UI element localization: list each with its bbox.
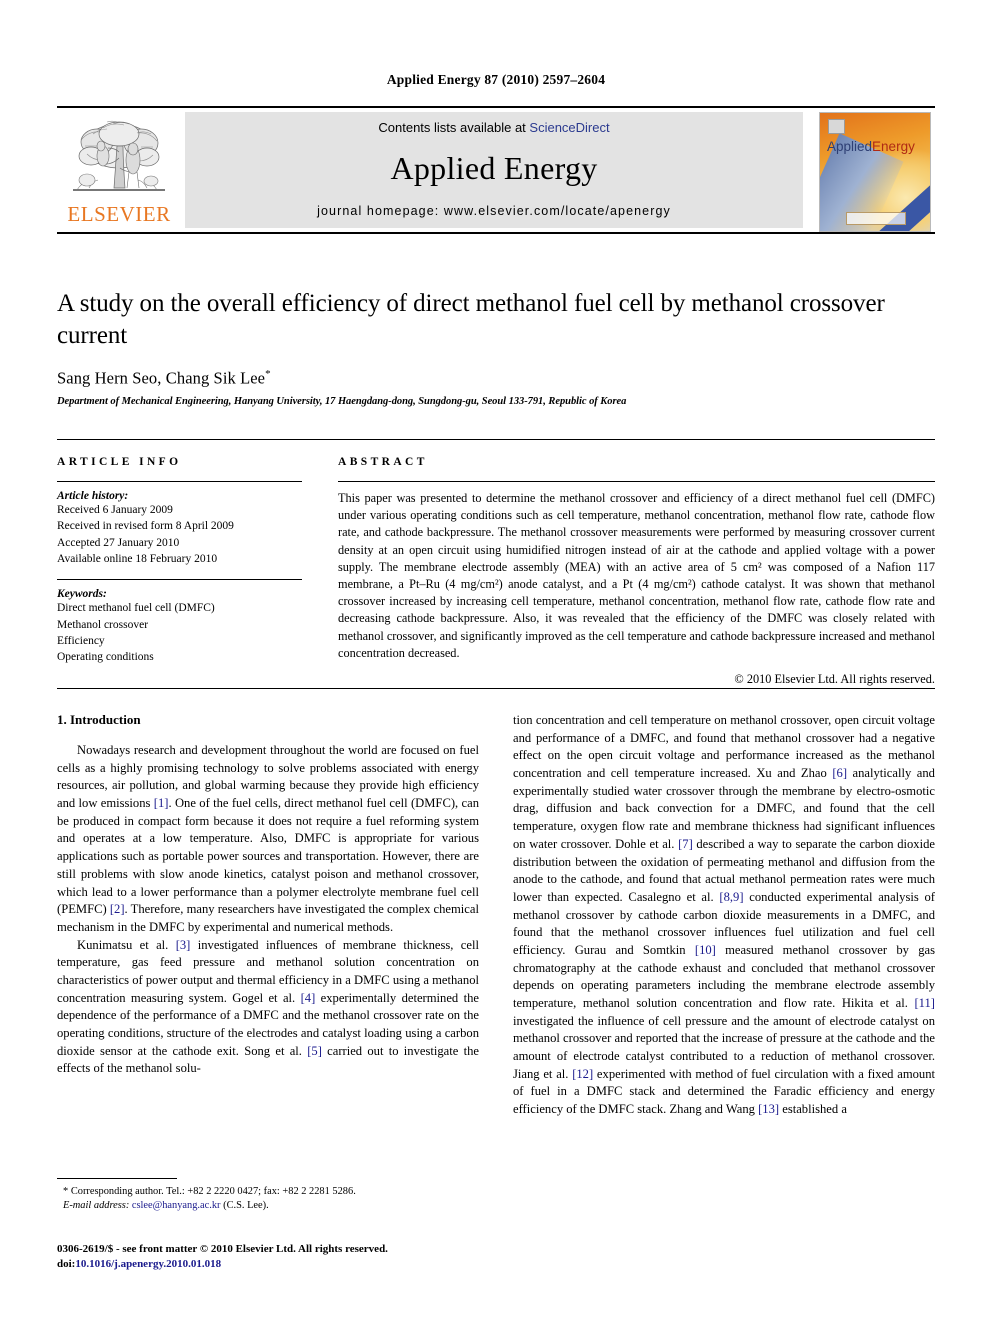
intro-p1-text-b: . One of the fuel cells, direct methanol… — [57, 796, 479, 917]
page-title: A study on the overall efficiency of dir… — [57, 290, 885, 349]
keyword-item: Efficiency — [57, 634, 105, 647]
article-info-column: ARTICLE INFO Article history: Received 6… — [57, 456, 302, 666]
corresponding-author-note: * Corresponding author. Tel.: +82 2 2220… — [57, 1185, 479, 1199]
citation-ref-13[interactable]: [13] — [758, 1102, 779, 1116]
elsevier-logo: ELSEVIER — [63, 114, 175, 232]
citation-ref-4[interactable]: [4] — [301, 991, 316, 1005]
running-head: Applied Energy 87 (2010) 2597–2604 — [386, 72, 606, 87]
contents-available-line: Contents lists available at ScienceDirec… — [185, 120, 803, 135]
article-page: Applied Energy 87 (2010) 2597–2604 ELSEV… — [0, 0, 992, 1323]
author-names: Sang Hern Seo, Chang Sik Lee — [57, 368, 266, 388]
body-column-right: tion concentration and cell temperature … — [513, 712, 935, 1119]
abstract-heading: ABSTRACT — [338, 456, 428, 468]
history-online: Available online 18 February 2010 — [57, 552, 218, 565]
article-info-divider — [57, 481, 302, 482]
journal-cover-thumbnail[interactable]: AppliedEnergy — [819, 112, 931, 232]
section-heading-introduction: 1. Introduction — [57, 712, 141, 727]
imprint-block: 0306-2619/$ - see front matter © 2010 El… — [57, 1242, 557, 1272]
sciencedirect-banner: Contents lists available at ScienceDirec… — [185, 112, 803, 228]
footnote-block: * Corresponding author. Tel.: +82 2 2220… — [57, 1178, 479, 1213]
intro-p2-cont-h: established a — [779, 1102, 847, 1117]
citation-ref-7[interactable]: [7] — [678, 837, 693, 851]
info-abstract-rule-top — [57, 439, 935, 440]
journal-masthead: ELSEVIER Contents lists available at Sci… — [57, 106, 935, 234]
citation-ref-10[interactable]: [10] — [695, 943, 716, 957]
citation-ref-1[interactable]: [1] — [154, 796, 169, 810]
doi-value[interactable]: 10.1016/j.apenergy.2010.01.018 — [75, 1258, 221, 1270]
cover-title-part-b: Energy — [872, 139, 915, 154]
affiliation: Department of Mechanical Engineering, Ha… — [57, 395, 627, 407]
keyword-item: Direct methanol fuel cell (DMFC) — [57, 602, 215, 615]
info-abstract-rule-bottom — [57, 688, 935, 689]
copyright-line: © 2010 Elsevier Ltd. All rights reserved… — [734, 672, 935, 687]
citation-ref-2[interactable]: [2] — [110, 902, 125, 916]
issn-front-matter: 0306-2619/$ - see front matter © 2010 El… — [57, 1243, 388, 1255]
article-info-heading: ARTICLE INFO — [57, 456, 182, 468]
contents-prefix: Contents lists available at — [378, 120, 530, 135]
history-accepted: Accepted 27 January 2010 — [57, 536, 180, 549]
body-columns: 1. Introduction Nowadays research and de… — [57, 712, 935, 1212]
history-revised: Received in revised form 8 April 2009 — [57, 520, 234, 533]
article-history-label: Article history: — [57, 490, 129, 502]
author-list: Sang Hern Seo, Chang Sik Lee* — [57, 368, 935, 389]
keywords-divider — [57, 579, 302, 581]
citation-ref-5[interactable]: [5] — [307, 1044, 322, 1058]
intro-paragraph-1: Nowadays research and development throug… — [57, 742, 479, 937]
journal-homepage[interactable]: journal homepage: www.elsevier.com/locat… — [185, 204, 803, 218]
cover-title-part-a: Applied — [827, 139, 873, 154]
email-label: E-mail address: — [63, 1199, 130, 1211]
intro-paragraph-2-continued: tion concentration and cell temperature … — [513, 712, 935, 1119]
history-received: Received 6 January 2009 — [57, 504, 173, 516]
citation-ref-6[interactable]: [6] — [832, 766, 847, 780]
intro-paragraph-2: Kunimatsu et al. [3] investigated influe… — [57, 937, 479, 1079]
citation-ref-12[interactable]: [12] — [572, 1067, 593, 1081]
doi-line: doi:10.1016/j.apenergy.2010.01.018 — [57, 1257, 557, 1272]
citation-ref-11[interactable]: [11] — [914, 996, 935, 1010]
masthead-rule-top — [57, 106, 935, 108]
email-note: E-mail address: cslee@hanyang.ac.kr (C.S… — [57, 1199, 479, 1213]
title-block: A study on the overall efficiency of dir… — [57, 288, 935, 407]
journal-title: Applied Energy — [390, 150, 598, 186]
sciencedirect-link[interactable]: ScienceDirect — [529, 120, 609, 135]
cover-title: AppliedEnergy — [827, 139, 915, 154]
abstract-text: This paper was presented to determine th… — [338, 491, 935, 660]
doi-label: doi: — [57, 1257, 76, 1270]
elsevier-wordmark: ELSEVIER — [67, 202, 171, 226]
email-link[interactable]: cslee@hanyang.ac.kr — [132, 1200, 221, 1211]
abstract-column: ABSTRACT This paper was presented to det… — [338, 456, 935, 687]
elsevier-tree-icon — [73, 120, 165, 191]
keyword-item: Methanol crossover — [57, 618, 149, 631]
corresponding-author-marker: * — [265, 368, 271, 380]
abstract-divider — [338, 481, 935, 482]
cover-publisher-mark-icon — [828, 119, 845, 134]
masthead-rule-bottom — [57, 232, 935, 234]
intro-p2-text-a: Kunimatsu et al. — [77, 937, 176, 952]
citation-ref-8-9[interactable]: [8,9] — [719, 890, 743, 904]
keywords-label: Keywords: — [57, 588, 107, 601]
body-column-left: 1. Introduction Nowadays research and de… — [57, 712, 479, 1078]
footnote-asterisk: * — [63, 1186, 69, 1197]
email-owner: (C.S. Lee). — [223, 1199, 269, 1211]
keyword-item: Operating conditions — [57, 651, 154, 664]
corresponding-author-text: Corresponding author. Tel.: +82 2 2220 0… — [70, 1186, 356, 1197]
citation-ref-3[interactable]: [3] — [176, 938, 191, 952]
cover-footer-badge — [846, 212, 906, 225]
footnote-rule — [57, 1178, 177, 1179]
